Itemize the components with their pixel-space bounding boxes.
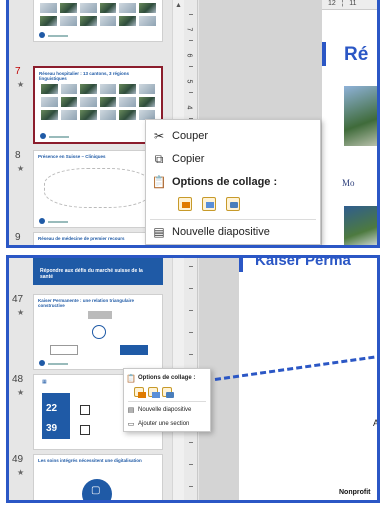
bottom-panel: Répondre aux défis du marché suisse de l…	[6, 255, 380, 503]
stat-card: 22 39	[42, 393, 70, 439]
clipboard-icon: 📋	[151, 175, 167, 189]
add-section-menu-item[interactable]: ▭ Ajouter une section	[124, 418, 210, 430]
slide-number: 7	[15, 66, 21, 77]
menu-label: Nouvelle diapositive	[138, 407, 192, 413]
top-panel: 7 ★ Réseau hospitalier : 13 cantons, 3 r…	[6, 0, 380, 248]
paste-keep-source-formatting-icon[interactable]	[148, 387, 160, 398]
slide-number: 48	[12, 374, 24, 385]
current-slide[interactable]: Ré Mo	[322, 10, 377, 245]
ruler-label: 4	[185, 105, 193, 110]
paste-use-destination-theme-icon[interactable]	[178, 197, 192, 211]
title-accent-bar	[322, 42, 326, 66]
clipboard-icon: 📋	[126, 373, 136, 383]
paste-keep-source-formatting-icon[interactable]	[202, 197, 216, 211]
paste-use-destination-theme-icon[interactable]	[134, 387, 146, 398]
slide-thumbnail[interactable]: Répondre aux défis du marché suisse de l…	[33, 258, 163, 285]
new-slide-menu-item[interactable]: ▤ Nouvelle diapositive	[124, 404, 210, 416]
menu-label: Options de collage :	[138, 375, 196, 381]
slide-number: 49	[12, 454, 24, 465]
star-icon: ★	[17, 388, 25, 397]
paste-options-header: 📋 Options de collage :	[146, 171, 320, 193]
slide-thumbnail[interactable]: Les soins intégrés nécessitent une digit…	[33, 454, 163, 500]
slide-image	[344, 206, 377, 245]
diagram-node	[92, 325, 106, 339]
copy-menu-item[interactable]: ⧉ Copier	[146, 148, 320, 170]
ruler-label: 5	[185, 79, 193, 84]
ruler-label: 11	[349, 0, 357, 7]
icon-box	[80, 425, 90, 435]
cut-menu-item[interactable]: ✂ Couper	[146, 125, 320, 147]
slide-image	[344, 86, 377, 146]
diagram-box	[120, 345, 148, 355]
scroll-up-icon[interactable]: ▲	[175, 2, 182, 9]
context-menu: ✂ Couper ⧉ Copier 📋 Options de collage :…	[145, 119, 321, 245]
slide-thumbnail[interactable]: Réseau de médecine de premier recours	[33, 232, 163, 245]
menu-separator	[128, 401, 206, 402]
paste-as-picture-icon[interactable]	[162, 387, 174, 398]
context-menu: 📋 Options de collage : ▤ Nouvelle diapos…	[123, 368, 211, 432]
paste-icon-row	[134, 387, 174, 398]
star-icon: ★	[17, 164, 25, 173]
paste-options-header: 📋 Options de collage :	[124, 371, 210, 385]
slide-title: Ré	[344, 44, 369, 65]
slide-text-fragment: A	[372, 418, 379, 428]
menu-label: Ajouter une section	[138, 421, 190, 427]
icon-box	[80, 405, 90, 415]
slide-title: Les soins intégrés nécessitent une digit…	[38, 458, 142, 463]
section-icon: ▭	[127, 421, 135, 428]
map-outline	[44, 168, 152, 208]
slide-thumbnail-selected[interactable]: Réseau hospitalier : 13 cantons, 3 régio…	[33, 66, 163, 144]
menu-label: Copier	[172, 153, 205, 165]
star-icon: ★	[17, 308, 25, 317]
slide-footer: Nonprofit	[339, 489, 371, 496]
paste-icon-row	[178, 197, 240, 211]
ruler-label: 6	[185, 53, 193, 58]
copy-icon: ⧉	[154, 151, 164, 166]
slide-caption: Mo	[342, 178, 355, 188]
slide-number: 8	[15, 150, 21, 161]
slide-title: Présence en Suisse – Cliniques	[38, 154, 106, 159]
slide-number: 9	[15, 232, 21, 243]
scissors-icon: ✂	[153, 129, 165, 143]
ruler-label: 7	[185, 27, 193, 32]
stat-value: 22	[46, 403, 58, 414]
menu-label: Nouvelle diapositive	[172, 226, 270, 238]
slide-title: Réseau hospitalier : 13 cantons, 3 régio…	[39, 71, 130, 81]
menu-label: Couper	[172, 130, 209, 142]
horizontal-ruler: 12 ¦ 11	[322, 0, 377, 10]
slide-title: Réseau de médecine de premier recours	[38, 236, 125, 241]
title-accent-bar	[239, 258, 243, 272]
building-logo-icon: ▦	[42, 379, 47, 385]
menu-label: Options de collage :	[172, 176, 278, 188]
slide-thumbnail[interactable]	[33, 0, 163, 42]
new-slide-icon: ▤	[127, 407, 135, 414]
menu-separator	[150, 219, 316, 220]
stat-value: 39	[46, 423, 58, 434]
new-slide-menu-item[interactable]: ▤ Nouvelle diapositive	[146, 222, 320, 242]
current-slide[interactable]: Kaiser Perma A Nonprofit	[239, 258, 377, 500]
device-icon: ▢	[91, 485, 101, 496]
slide-thumbnail[interactable]: Présence en Suisse – Cliniques	[33, 150, 163, 228]
slide-thumbnail[interactable]: Kaiser Permanente : une relation triangu…	[33, 294, 163, 370]
ruler-label: 12	[328, 0, 336, 7]
paste-as-picture-icon[interactable]	[226, 197, 240, 211]
slide-number: 47	[12, 294, 24, 305]
digital-hub-circle: ▢	[82, 479, 112, 500]
star-icon: ★	[17, 80, 25, 89]
diagram-box	[88, 311, 112, 319]
slide-title: Kaiser Perma	[255, 255, 351, 269]
slide-header-text: Répondre aux défis du marché suisse de l…	[40, 268, 143, 280]
diagram-box	[50, 345, 78, 355]
slide-title: Kaiser Permanente : une relation triangu…	[38, 298, 135, 308]
star-icon: ★	[17, 468, 25, 477]
new-slide-icon: ▤	[153, 225, 165, 239]
